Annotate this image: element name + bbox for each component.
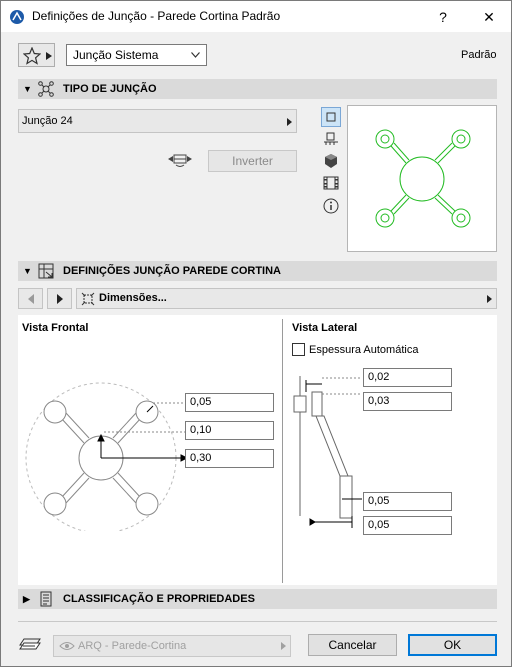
triangle-right-icon (487, 295, 492, 303)
title-bar: Definições de Junção - Parede Cortina Pa… (1, 1, 511, 32)
curtain-wall-settings-icon (38, 263, 54, 279)
next-page-button[interactable] (47, 288, 72, 309)
view-2d-button[interactable] (321, 107, 341, 127)
triangle-right-icon (281, 642, 286, 650)
side-view-drawing (293, 376, 362, 528)
close-button[interactable]: ✕ (469, 3, 509, 31)
front-arm-length-field[interactable]: 0,30 (185, 449, 274, 468)
expand-arrow-icon: ▶ (23, 594, 30, 604)
side-spacer-thickness-field[interactable]: 0,03 (363, 392, 452, 411)
cancel-button[interactable]: Cancelar (308, 634, 397, 656)
footer-divider (18, 621, 497, 622)
invert-button[interactable]: Inverter (208, 150, 297, 172)
section-view-icon[interactable] (323, 131, 339, 147)
side-depth-field[interactable]: 0,05 (363, 516, 452, 535)
side-view-title: Vista Lateral (292, 322, 358, 334)
joint-type-icon (38, 81, 54, 97)
3d-cube-icon[interactable] (323, 153, 339, 169)
front-center-diameter-field[interactable]: 0,10 (185, 421, 274, 440)
joint-type-selector[interactable]: Junção 24 (18, 109, 297, 133)
layer-select-value: ARQ - Parede-Cortina (78, 640, 187, 652)
triangle-right-icon (287, 118, 292, 126)
settings-page-select[interactable]: Dimensões... (76, 288, 497, 309)
archicad-app-icon (10, 10, 24, 24)
mirror-flip-icon (168, 154, 192, 167)
ok-button[interactable]: OK (408, 634, 497, 656)
joint-preview-drawing (375, 129, 471, 228)
section-joint-type-header[interactable]: ▼ TIPO DE JUNÇÃO (18, 79, 497, 99)
document-list-icon (40, 591, 52, 607)
square-icon (326, 112, 336, 122)
chevron-down-icon (191, 52, 200, 58)
layer-select[interactable]: ARQ - Parede-Cortina (53, 635, 291, 657)
section-settings-title: DEFINIÇÕES JUNÇÃO PAREDE CORTINA (63, 265, 281, 277)
collapse-arrow-icon: ▼ (23, 84, 32, 94)
star-icon (23, 47, 41, 65)
favorites-button[interactable] (18, 43, 55, 67)
dimensions-icon (81, 292, 95, 306)
section-classification-header[interactable]: ▶ CLASSIFICAÇÃO E PROPRIEDADES (18, 589, 497, 609)
triangle-right-icon (46, 52, 52, 60)
side-arm-width-field[interactable]: 0,05 (363, 492, 452, 511)
auto-thickness-label: Espessura Automática (309, 344, 419, 356)
layer-stack-icon (19, 638, 41, 650)
front-bolt-diameter-field[interactable]: 0,05 (185, 393, 274, 412)
joint-preview (347, 105, 497, 252)
info-icon[interactable] (323, 198, 339, 214)
front-view-drawing (25, 382, 189, 531)
default-label: Padrão (461, 49, 497, 61)
joint-system-select-value: Junção Sistema (73, 48, 159, 62)
window-title: Definições de Junção - Parede Cortina Pa… (32, 9, 281, 23)
section-joint-type-title: TIPO DE JUNÇÃO (63, 83, 157, 95)
triangle-right-icon (57, 294, 63, 304)
dialog-window: Definições de Junção - Parede Cortina Pa… (0, 0, 512, 667)
section-classification-title: CLASSIFICAÇÃO E PROPRIEDADES (63, 593, 255, 605)
collapse-arrow-icon: ▼ (23, 266, 32, 276)
joint-type-value: Junção 24 (22, 115, 73, 127)
auto-thickness-checkbox[interactable] (292, 343, 305, 356)
front-view-title: Vista Frontal (22, 322, 89, 334)
prev-page-button[interactable] (18, 288, 43, 309)
settings-page-value: Dimensões... (99, 292, 167, 304)
film-strip-icon[interactable] (323, 175, 339, 191)
eye-icon (59, 642, 75, 650)
help-button[interactable]: ? (423, 3, 463, 31)
section-settings-header[interactable]: ▼ DEFINIÇÕES JUNÇÃO PAREDE CORTINA (18, 261, 497, 281)
panel-divider (282, 319, 283, 583)
joint-system-select[interactable]: Junção Sistema (66, 44, 207, 66)
triangle-left-icon (28, 294, 34, 304)
side-plate-thickness-field[interactable]: 0,02 (363, 368, 452, 387)
